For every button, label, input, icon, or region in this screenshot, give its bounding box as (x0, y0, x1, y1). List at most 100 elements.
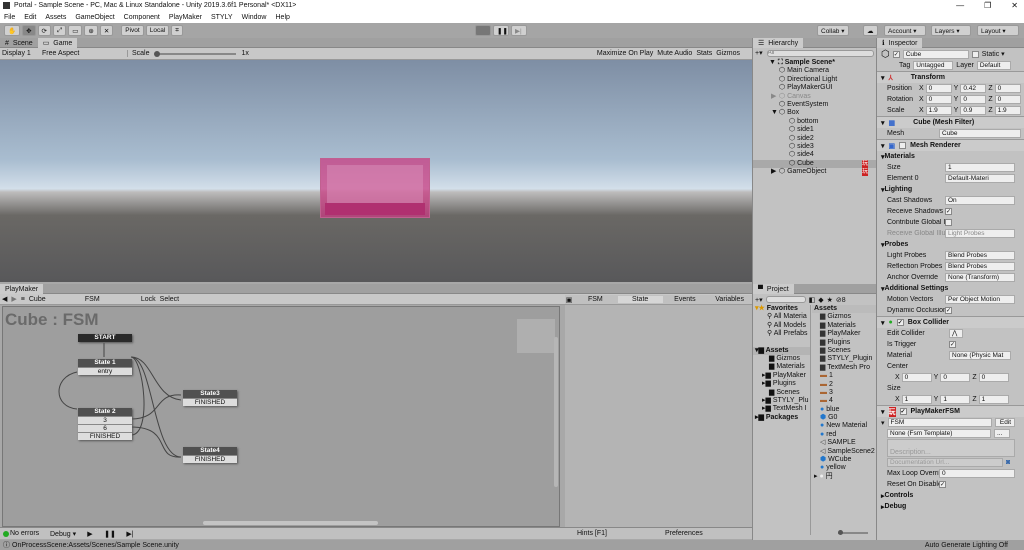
center-y-field[interactable]: 0 (940, 373, 971, 382)
layer-dropdown[interactable]: Default (976, 61, 1011, 70)
size-field[interactable]: 1 (945, 163, 1015, 172)
tab-state[interactable]: State (617, 296, 663, 303)
reset-on-disable-checkbox[interactable]: ✓ (939, 481, 946, 488)
asset-item[interactable]: ● blue (812, 406, 876, 414)
stats-button[interactable]: Stats (696, 50, 712, 57)
menu-edit[interactable]: Edit (24, 14, 36, 21)
expand-arrow-icon[interactable]: ▶ (771, 168, 776, 176)
state-transition[interactable]: FINISHED (78, 432, 132, 440)
state-node-1[interactable]: State 1 entry (78, 359, 132, 375)
collab-button[interactable]: Collab ▾ (817, 25, 849, 36)
favorite-item[interactable]: ⚲ All Materia (753, 313, 810, 321)
minimize-button[interactable]: — (956, 0, 964, 11)
project-folder[interactable]: ▸▆ Plugins (753, 380, 810, 388)
graph-vertical-scrollbar[interactable] (554, 337, 558, 487)
transform-z-field[interactable]: 0 (994, 95, 1021, 104)
debug-foldout[interactable]: ▸ Debug (877, 501, 1024, 512)
fsm-name-field[interactable]: FSM (887, 418, 992, 427)
menu-component[interactable]: Component (124, 14, 160, 21)
play-button-pm[interactable]: ▶ (80, 530, 100, 538)
forward-button[interactable]: ▶ (11, 295, 16, 303)
icon-size-slider[interactable] (838, 530, 868, 535)
preferences-button[interactable]: Preferences (665, 530, 703, 537)
contrib-checkbox[interactable] (945, 219, 952, 226)
size-x-field[interactable]: 1 (901, 395, 932, 404)
back-button[interactable]: ◀ (2, 295, 7, 303)
fsm-graph[interactable]: Cube : FSM START State 1 entry State 236F… (2, 306, 560, 527)
center-z-field[interactable]: 0 (978, 373, 1009, 382)
gizmos-button[interactable]: Gizmos (716, 50, 740, 57)
step-button-pm[interactable]: ▶| (120, 530, 140, 538)
tag-dropdown[interactable]: Untagged (913, 61, 954, 70)
layout-dropdown[interactable]: Layout ▾ (977, 25, 1019, 36)
state-transition[interactable]: entry (78, 367, 132, 375)
close-button[interactable]: ✕ (1011, 0, 1018, 11)
step-button[interactable]: ▶| (511, 25, 527, 36)
menu-file[interactable]: File (4, 14, 15, 21)
project-folder[interactable]: ▆ Scenes (753, 389, 810, 397)
playmaker-checkbox[interactable]: ✓ (899, 408, 907, 415)
expand-arrow-icon[interactable]: ▼ (771, 109, 778, 117)
state-transition[interactable]: 3 (78, 416, 132, 424)
size-z-field[interactable]: 1 (978, 395, 1009, 404)
panel-toggle-icon[interactable]: ▣ (565, 296, 573, 304)
mute-audio-button[interactable]: Mute Audio (657, 50, 692, 57)
static-checkbox[interactable] (971, 50, 979, 58)
scale-slider[interactable] (153, 50, 236, 57)
pause-button-pm[interactable]: ❚❚ (100, 530, 120, 538)
state-node-3[interactable]: State3 FINISHED (183, 390, 237, 406)
scale-slider-handle[interactable] (153, 50, 160, 57)
asset-item[interactable]: ▬ 2 (812, 381, 876, 389)
tab-scene[interactable]: # Scene (0, 39, 38, 49)
packages-root[interactable]: ▸▆ Packages (753, 414, 810, 422)
max-loop-field[interactable]: 0 (939, 469, 1015, 478)
tab-project[interactable]: ▀ Project (753, 284, 794, 294)
recv-gi-field[interactable]: Light Probes (945, 229, 1015, 238)
menu-playmaker[interactable]: PlayMaker (169, 14, 202, 21)
refl-field[interactable]: Blend Probes (945, 262, 1015, 271)
fsm-dropdown[interactable]: FSM (85, 296, 137, 303)
lighting-foldout[interactable]: ▾ Lighting (877, 184, 1024, 195)
state-transition[interactable]: 6 (78, 424, 132, 432)
layers-dropdown[interactable]: Layers ▾ (931, 25, 971, 36)
mesh-filter-header[interactable]: ▾ ▦ Cube (Mesh Filter) (877, 116, 1024, 128)
asset-item[interactable]: ▸ ● 円 (812, 473, 876, 481)
edit-collider-button[interactable]: ⋀ (949, 329, 963, 338)
asset-item[interactable]: ● red (812, 431, 876, 439)
probes-foldout[interactable]: ▾ Probes (877, 239, 1024, 250)
asset-item[interactable]: ▆ STYLY_Plugin (812, 355, 876, 363)
hierarchy-item[interactable]: ▶ ⬡ Canvas (753, 93, 876, 101)
box-collider-header[interactable]: ▾ ● ✓ Box Collider (877, 316, 1024, 328)
expand-arrow-icon[interactable]: ▶ (771, 93, 776, 101)
move-tool-icon[interactable]: ✥ (22, 25, 36, 36)
active-checkbox[interactable]: ✓ (892, 50, 900, 58)
box-collider-checkbox[interactable]: ✓ (896, 319, 904, 326)
transform-y-field[interactable]: 0.42 (960, 84, 987, 93)
fsm-edit-button[interactable]: Edit (994, 418, 1015, 427)
asset-item[interactable]: ● yellow (812, 464, 876, 472)
asset-item[interactable]: ▆ PlayMaker (812, 330, 876, 338)
transform-x-field[interactable]: 1.9 (925, 106, 952, 115)
pivot-button[interactable]: Pivot (121, 25, 144, 36)
state-transition[interactable]: FINISHED (183, 398, 237, 406)
maximize-button[interactable]: ❐ (984, 0, 991, 11)
project-folder[interactable]: ▆ Gizmos (753, 355, 810, 363)
transform-y-field[interactable]: 0 (960, 95, 987, 104)
asset-item[interactable]: ▆ Gizmos (812, 313, 876, 321)
transform-x-field[interactable]: 0 (925, 95, 952, 104)
start-node[interactable]: START (78, 334, 132, 342)
asset-item[interactable]: ▆ Materials (812, 322, 876, 330)
center-x-field[interactable]: 0 (901, 373, 932, 382)
tab-game[interactable]: ▭ Game (37, 38, 78, 48)
project-create-button[interactable]: +▾ (755, 296, 763, 304)
state-node-4[interactable]: State4 FINISHED (183, 447, 237, 463)
maximize-on-play-button[interactable]: Maximize On Play (597, 50, 653, 57)
asset-item[interactable]: ⬢ G0 (812, 414, 876, 422)
hierarchy-item[interactable]: ⬡ PlayMakerGUI (753, 84, 876, 92)
tab-inspector[interactable]: ℹ Inspector (877, 38, 923, 48)
hints-button[interactable]: Hints [F1] (577, 530, 607, 537)
controls-foldout[interactable]: ▸ Controls (877, 490, 1024, 501)
state-transition[interactable]: FINISHED (183, 455, 237, 463)
pause-button[interactable]: ❚❚ (493, 25, 509, 36)
receive-checkbox[interactable]: ✓ (945, 208, 952, 215)
